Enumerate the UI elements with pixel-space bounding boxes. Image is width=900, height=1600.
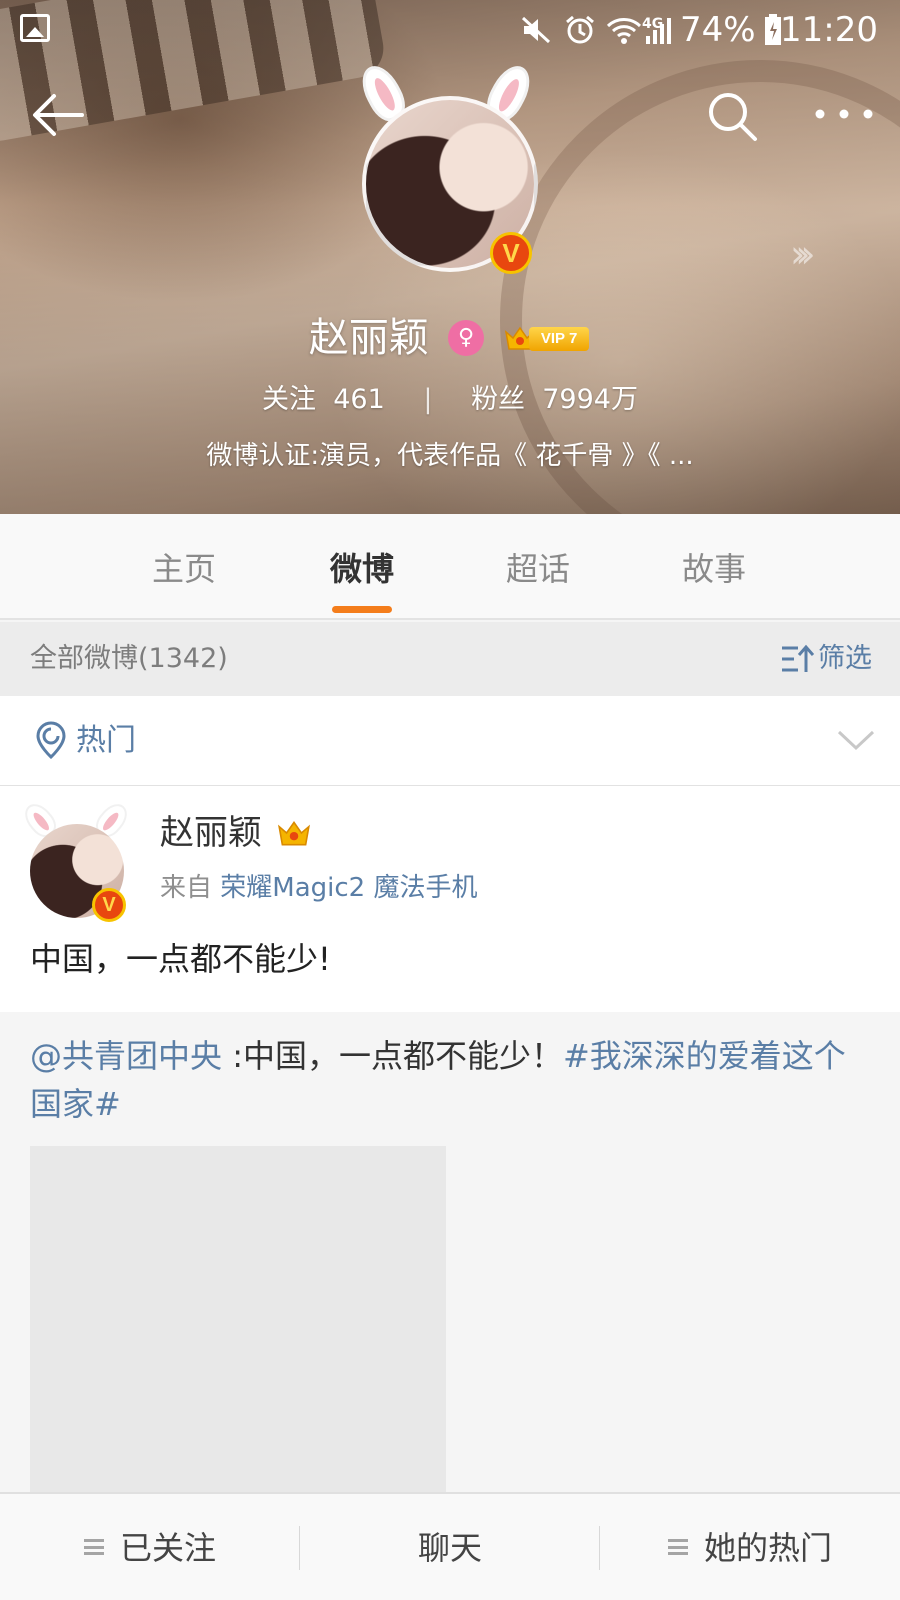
tab-story[interactable]: 故事 <box>644 514 784 620</box>
filter-label: 筛选 <box>818 643 872 674</box>
following-stat[interactable]: 关注 461 <box>262 380 385 420</box>
profile-tabs: 主页 微博 超话 故事 <box>0 514 900 620</box>
following-label: 关注 <box>262 384 317 415</box>
gallery-icon <box>20 14 50 42</box>
her-hot-button[interactable]: 她的热门 <box>600 1494 900 1600</box>
repost-mention[interactable]: @共青团中央 <box>30 1037 222 1075</box>
post-source-prefix: 来自 <box>160 873 213 903</box>
verified-v-icon: V <box>92 888 126 922</box>
repost-image-placeholder[interactable] <box>30 1146 446 1492</box>
followers-count: 7994万 <box>542 384 638 415</box>
verified-v-icon: V <box>490 232 532 274</box>
post-avatar[interactable]: V <box>19 798 140 922</box>
hot-label: 热门 <box>76 723 136 758</box>
chevron-down-icon[interactable] <box>836 724 876 756</box>
verification-text[interactable]: 微博认证:演员，代表作品《 花千骨 》《 ... <box>0 436 900 476</box>
post-author-name[interactable]: 赵丽颖 <box>160 810 262 856</box>
profile-stats: 关注 461 | 粉丝 7994万 <box>0 380 900 420</box>
weibo-post[interactable]: V 赵丽颖 来自 荣耀Magic2 魔法手机 中国，一点都不能少! <box>0 786 900 1012</box>
chat-button[interactable]: 聊天 <box>300 1494 600 1600</box>
tab-super-topic[interactable]: 超话 <box>468 514 608 620</box>
crown-icon <box>278 821 310 846</box>
mute-icon <box>521 16 551 44</box>
followed-label: 已关注 <box>119 1529 216 1567</box>
more-icon[interactable] <box>812 92 876 136</box>
female-icon: ♀ <box>448 320 484 356</box>
hot-sort-row[interactable]: 热门 <box>0 696 900 786</box>
post-text: 中国，一点都不能少! <box>30 940 331 978</box>
hot-pin-icon <box>36 721 66 760</box>
active-tab-indicator <box>332 606 392 613</box>
clock: 11:20 <box>780 10 878 50</box>
all-weibo-count: 全部微博(1342) <box>30 643 228 674</box>
alarm-icon <box>566 15 594 44</box>
stats-separator: | <box>423 384 433 415</box>
top-nav <box>0 80 900 150</box>
filter-button[interactable]: 筛选 <box>780 622 880 696</box>
back-arrow-icon[interactable] <box>30 90 86 140</box>
followed-button[interactable]: 已关注 <box>0 1494 300 1600</box>
post-source-device[interactable]: 荣耀Magic2 魔法手机 <box>220 873 477 903</box>
wifi-icon <box>606 18 642 44</box>
reposted-content[interactable]: @共青团中央 :中国，一点都不能少！#我深深的爱着这个国家# <box>0 1012 900 1492</box>
cover-arrows-icon[interactable]: ››› <box>790 232 815 276</box>
chat-label: 聊天 <box>417 1529 482 1567</box>
vip-level: VIP 7 <box>529 327 590 351</box>
repost-text: @共青团中央 :中国，一点都不能少！#我深深的爱着这个国家# <box>30 1032 870 1128</box>
post-source: 来自 荣耀Magic2 魔法手机 <box>160 868 477 908</box>
menu-icon <box>83 1539 104 1555</box>
battery-percent: 74% <box>680 10 756 50</box>
bottom-action-bar: 已关注 聊天 她的热门 <box>0 1492 900 1600</box>
repost-body: :中国，一点都不能少！ <box>222 1037 563 1075</box>
menu-icon <box>667 1539 688 1555</box>
signal-icon <box>646 18 671 44</box>
vip-badge[interactable]: VIP 7 <box>503 322 591 354</box>
weibo-profile-page: 4G 74% 11:20 V ››› 赵丽颖 ♀ VIP 7 关注 461 | … <box>0 0 900 1600</box>
profile-name-row: 赵丽颖 ♀ VIP 7 <box>0 310 900 366</box>
followers-label: 粉丝 <box>471 384 526 415</box>
followers-stat[interactable]: 粉丝 7994万 <box>471 380 638 420</box>
filter-icon <box>782 644 814 672</box>
status-icons: 4G <box>520 12 690 48</box>
filter-bar: 全部微博(1342) 筛选 <box>0 622 900 696</box>
search-icon[interactable] <box>706 90 758 142</box>
her-hot-label: 她的热门 <box>703 1529 832 1567</box>
status-bar: 4G 74% 11:20 <box>0 0 900 60</box>
following-count: 461 <box>333 384 385 415</box>
tab-weibo[interactable]: 微博 <box>292 514 432 620</box>
tab-home[interactable]: 主页 <box>114 514 254 620</box>
profile-name: 赵丽颖 <box>308 315 429 361</box>
